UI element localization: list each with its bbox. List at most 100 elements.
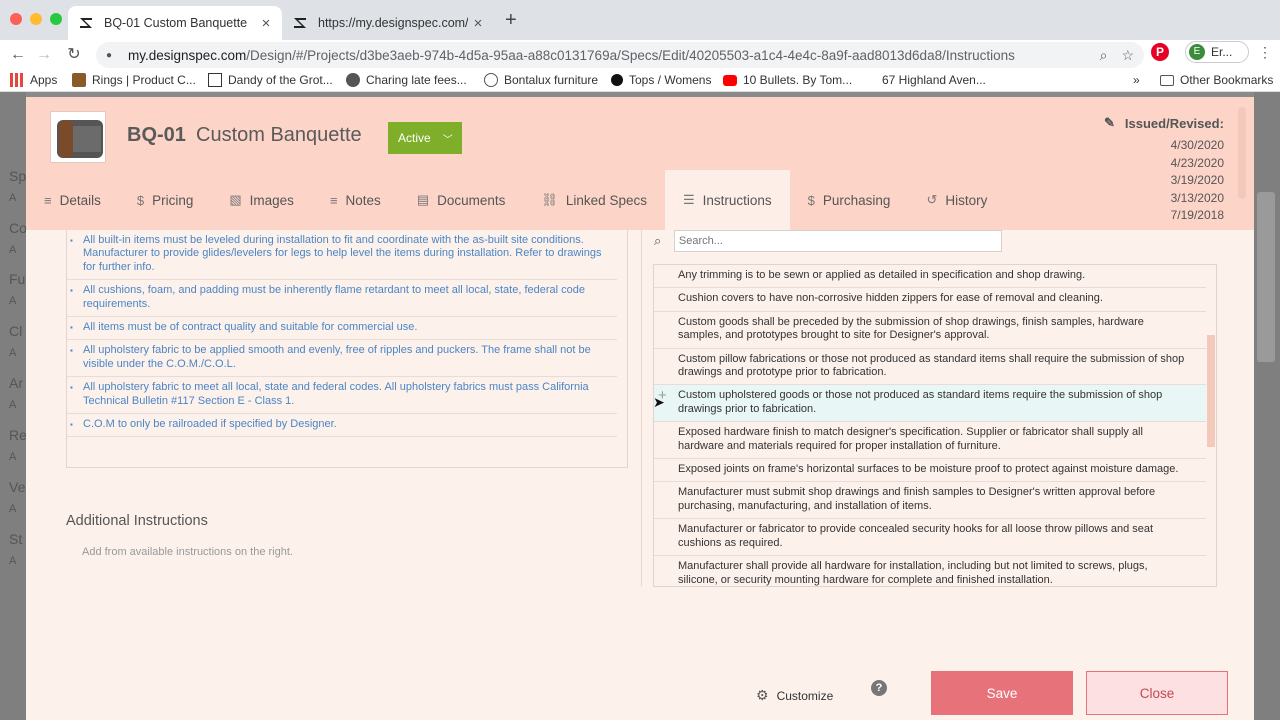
- search-input[interactable]: [673, 230, 1002, 252]
- tab-close-icon[interactable]: ×: [256, 15, 276, 32]
- tab-instructions[interactable]: ☰ Instructions: [664, 170, 790, 230]
- apps-grid-icon: [10, 73, 24, 87]
- available-instruction-hovered[interactable]: + Custom upholstered goods or those not p…: [654, 385, 1206, 423]
- folder-icon: [1160, 74, 1174, 86]
- pinterest-extension-icon[interactable]: P: [1151, 43, 1169, 61]
- page-scrollbar-thumb[interactable]: [1257, 192, 1275, 362]
- selected-instruction[interactable]: All built-in items must be leveled durin…: [67, 230, 617, 281]
- image-icon: ▧: [229, 192, 242, 207]
- dollar-icon: $: [807, 192, 815, 208]
- header-scrollbar[interactable]: [1238, 107, 1246, 199]
- available-instruction[interactable]: Manufacturer shall provide all hardware …: [654, 556, 1206, 586]
- youtube-icon: [723, 74, 737, 86]
- bookmark-favicon-icon: [611, 74, 623, 86]
- available-instruction[interactable]: Exposed joints on frame's horizontal sur…: [654, 459, 1206, 483]
- spec-code: BQ-01: [127, 124, 186, 146]
- lock-icon: ●: [106, 49, 113, 61]
- bookmark-item[interactable]: Dandy of the Grot...: [208, 73, 333, 87]
- selected-instruction[interactable]: All upholstery fabric to be applied smoo…: [67, 340, 617, 378]
- new-tab-icon[interactable]: +: [505, 10, 517, 30]
- other-bookmarks[interactable]: Other Bookmarks: [1160, 73, 1273, 87]
- bookmark-item[interactable]: 67 Highland Aven...: [882, 73, 986, 87]
- tab-images[interactable]: ▧ Images: [211, 170, 312, 230]
- chevron-down-icon: ﹀: [442, 134, 453, 146]
- designspec-favicon-icon: [292, 15, 308, 31]
- issued-revised: ✎ Issued/Revised:: [1104, 115, 1224, 131]
- url-bar[interactable]: ● my.designspec.com/Design/#/Projects/d3…: [96, 42, 1144, 68]
- bookmark-item[interactable]: Tops / Womens: [611, 73, 711, 87]
- available-instruction[interactable]: Manufacturer must submit shop drawings a…: [654, 482, 1206, 520]
- bg-label: A: [9, 347, 17, 359]
- list-icon: ☰: [682, 192, 695, 207]
- product-thumbnail[interactable]: [50, 111, 106, 163]
- browser-tab-active[interactable]: BQ-01 Custom Banquette ×: [68, 6, 282, 40]
- history-icon: ↺: [926, 192, 938, 207]
- panel-divider: [641, 230, 642, 586]
- bookmark-apps[interactable]: Apps: [10, 73, 57, 87]
- star-icon[interactable]: ☆: [1121, 47, 1134, 64]
- available-instruction[interactable]: Any trimming is to be sewn or applied as…: [654, 265, 1206, 289]
- bookmarks-bar: Apps Rings | Product C... Dandy of the G…: [0, 70, 1280, 92]
- search-icon[interactable]: ⌕: [1100, 47, 1108, 64]
- tab-history[interactable]: ↺ History: [908, 170, 1005, 230]
- bg-label: A: [9, 399, 17, 411]
- avatar: E: [1189, 44, 1205, 60]
- close-button[interactable]: Close: [1086, 671, 1228, 715]
- customize-link[interactable]: ⚙ Customize: [756, 687, 833, 704]
- tab-purchasing[interactable]: $ Purchasing: [790, 170, 909, 230]
- available-instruction[interactable]: Custom goods shall be preceded by the su…: [654, 312, 1206, 349]
- bg-label: A: [9, 295, 17, 307]
- bookmark-item[interactable]: Bontalux furniture: [484, 73, 598, 87]
- profile-button[interactable]: E Er...: [1185, 41, 1249, 63]
- available-instruction[interactable]: Exposed hardware finish to match designe…: [654, 422, 1206, 460]
- pencil-icon[interactable]: ✎: [1104, 115, 1115, 131]
- spec-name: Custom Banquette: [196, 124, 362, 146]
- tab-notes[interactable]: ≡ Notes: [312, 170, 399, 230]
- issue-dates: 4/30/2020 4/23/2020 3/19/2020 3/13/2020 …: [1171, 137, 1224, 225]
- forward-arrow-icon[interactable]: →: [32, 43, 56, 67]
- selected-instruction[interactable]: C.O.M to only be railroaded if specified…: [67, 414, 617, 438]
- browser-tab-inactive[interactable]: https://my.designspec.com/#/S ×: [282, 6, 494, 40]
- additional-instructions-title: Additional Instructions: [66, 513, 208, 529]
- bg-label: A: [9, 503, 17, 515]
- bookmark-item[interactable]: Rings | Product C...: [72, 73, 196, 87]
- back-arrow-icon[interactable]: ←: [6, 43, 30, 67]
- tab-linked-specs[interactable]: ⛓ Linked Specs: [523, 170, 665, 230]
- selected-instruction[interactable]: All cushions, foam, and padding must be …: [67, 280, 617, 318]
- modal-footer: ⚙ Customize ? Save Close: [26, 650, 1254, 720]
- help-icon[interactable]: ?: [871, 680, 887, 696]
- available-instructions-list: Any trimming is to be sewn or applied as…: [653, 264, 1217, 587]
- url-path: /Design/#/Projects/d3be3aeb-974b-4d5a-95…: [246, 47, 1015, 63]
- browser-menu-icon[interactable]: ⋮: [1258, 44, 1272, 61]
- bg-label: Ar: [9, 375, 23, 391]
- selected-instruction[interactable]: All upholstery fabric to meet all local,…: [67, 377, 617, 415]
- tab-documents[interactable]: ▤ Documents: [399, 170, 524, 230]
- notes-icon: ≡: [329, 192, 338, 208]
- selected-instructions-list: All built-in items must be leveled durin…: [66, 230, 628, 468]
- bookmark-favicon-icon: [208, 73, 222, 87]
- tab-details[interactable]: ≡ Details: [26, 170, 119, 230]
- minimize-window-button[interactable]: [30, 13, 42, 25]
- available-instruction[interactable]: Manufacturer or fabricator to provide co…: [654, 519, 1206, 557]
- issue-date: 3/13/2020: [1170, 190, 1224, 205]
- reload-icon[interactable]: ↻: [62, 43, 86, 67]
- selected-instruction[interactable]: All items must be of contract quality an…: [67, 317, 617, 341]
- background-page-sidebar: Sp A Co A Fu A Cl A Ar A Re A Ve A St A: [0, 92, 27, 720]
- background-page-scrollbar: [1254, 92, 1280, 720]
- tab-pricing[interactable]: $ Pricing: [119, 170, 212, 230]
- available-instruction[interactable]: Cushion covers to have non-corrosive hid…: [654, 288, 1206, 312]
- bookmark-favicon-icon: [72, 73, 86, 87]
- bookmark-item[interactable]: Charing late fees...: [346, 73, 467, 87]
- bookmark-item[interactable]: 10 Bullets. By Tom...: [723, 73, 852, 87]
- save-button[interactable]: Save: [931, 671, 1073, 715]
- zoom-window-button[interactable]: [50, 13, 62, 25]
- bg-label: Sp: [9, 168, 27, 184]
- instructions-panel: All built-in items must be leveled durin…: [26, 230, 1254, 720]
- bg-label: Fu: [9, 271, 26, 287]
- tab-close-icon[interactable]: ×: [468, 15, 488, 32]
- available-instruction[interactable]: Custom pillow fabrications or those not …: [654, 349, 1206, 386]
- list-scrollbar[interactable]: [1207, 335, 1215, 447]
- more-bookmarks-icon[interactable]: »: [1133, 73, 1140, 87]
- close-window-button[interactable]: [10, 13, 22, 25]
- status-dropdown[interactable]: Active ﹀: [388, 122, 462, 154]
